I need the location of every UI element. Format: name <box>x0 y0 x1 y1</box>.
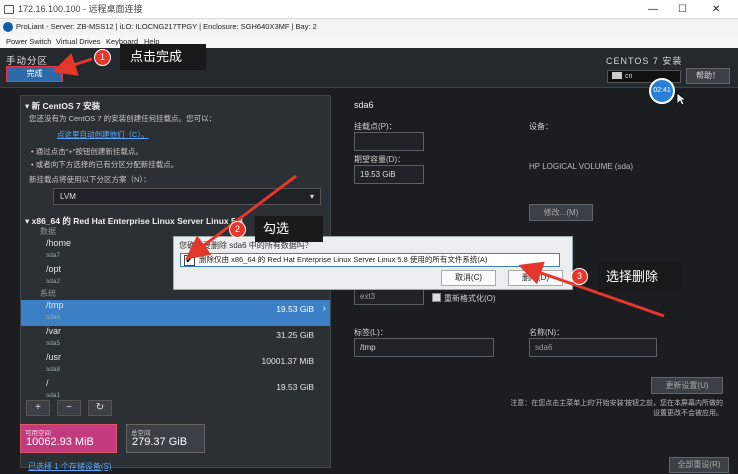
recording-timer: 02:41 <box>649 78 675 104</box>
rd-title: 172.16.100.100 - 远程桌面连接 <box>18 4 143 14</box>
help-button[interactable]: 帮助！ <box>686 68 730 84</box>
bullet-plus: • 通过点击"+"按钮创建新挂载点。 <box>31 147 143 156</box>
close-button[interactable]: ✕ <box>712 0 720 19</box>
checkbox-icon <box>432 293 441 302</box>
page-title: 手动分区 <box>6 56 49 67</box>
mount-row-var[interactable]: /var sda5 31.25 GiB <box>40 326 330 352</box>
mount-point-input[interactable] <box>354 132 424 151</box>
product-title: CENTOS 7 安装 <box>606 56 683 66</box>
step-3-marker: 3 <box>571 268 588 285</box>
mount-row-usr[interactable]: /usr sda8 10001.37 MiB <box>40 352 330 378</box>
done-button[interactable]: 完成 <box>6 66 63 82</box>
scheme-select[interactable]: LVM ▾ <box>53 188 321 205</box>
chevron-right-icon: › <box>322 303 326 314</box>
step-2-callout: 勾选 <box>255 216 323 242</box>
auto-create-link[interactable]: 点这里自动创建他们（C）。 <box>57 129 149 140</box>
rd-title-bar: 172.16.100.100 - 远程桌面连接 — ☐ ✕ <box>0 0 738 19</box>
ilo-info: ProLiant - Server: ZB-MSS12 | iLO: ILOCN… <box>16 22 317 31</box>
total-space-value: 279.37 GiB <box>132 436 188 448</box>
group-system-label: 系统 <box>40 289 56 298</box>
partition-name-heading: sda6 <box>354 100 374 110</box>
refresh-button[interactable]: ↻ <box>88 400 112 416</box>
rhel-group-header[interactable]: ▾ x86_64 的 Red Hat Enterprise Linux Serv… <box>25 215 243 227</box>
group-data-label: 数据 <box>40 227 56 236</box>
modify-button[interactable]: 修改...(M) <box>529 204 593 221</box>
mount-row-root[interactable]: / sda1 19.53 GiB <box>40 378 330 404</box>
available-space-value: 10062.93 MiB <box>26 436 94 448</box>
ilo-menu-bar: Power Switch Virtual Drives Keyboard Hel… <box>0 35 738 48</box>
bullet-assign: • 或者向下方选择的已有分区分配新挂载点。 <box>31 160 179 169</box>
settings-note: 注意：在您点击主菜单上的'开始安装'按钮之前，您在本屏幕内所做的设置更改不会被应… <box>510 400 723 417</box>
update-settings-button[interactable]: 更新设置(U) <box>651 377 723 394</box>
menu-virtual-drives[interactable]: Virtual Drives <box>56 35 100 48</box>
total-space-badge: 总空间 279.37 GiB <box>126 424 205 453</box>
remote-desktop-icon <box>4 5 14 14</box>
menu-power-switch[interactable]: Power Switch <box>6 35 51 48</box>
remove-mount-button[interactable]: − <box>57 400 81 416</box>
keyboard-icon <box>612 72 622 79</box>
installer-header: 手动分区 完成 CENTOS 7 安装 cn 帮助！ <box>0 48 738 88</box>
intro-text: 您还没有为 CentOS 7 的安装创建任何挂载点。您可以： <box>29 114 217 123</box>
step-1-callout: 点击完成 <box>120 44 206 70</box>
tag-input[interactable]: /tmp <box>354 338 494 357</box>
filesystem-select[interactable]: ext3 <box>354 288 424 305</box>
hp-logo-icon <box>3 22 13 32</box>
maximize-button[interactable]: ☐ <box>678 0 687 19</box>
capacity-input[interactable]: 19.53 GiB <box>354 165 424 184</box>
delete-button[interactable]: 删除(D) <box>508 270 563 286</box>
checkmark-icon[interactable]: ✔ <box>184 255 195 266</box>
device-value: HP LOGICAL VOLUME (sda) <box>529 162 634 171</box>
scheme-label: 新挂载点将使用以下分区方案（N）： <box>29 175 151 184</box>
add-mount-button[interactable]: + <box>26 400 50 416</box>
mount-row-tmp[interactable]: /tmp sda6 19.53 GiB › <box>21 300 330 326</box>
step-1-marker: 1 <box>94 49 111 66</box>
reset-all-button[interactable]: 全部重设(R) <box>669 457 729 473</box>
delete-all-checkbox[interactable]: ✔ 删除仅由 x86_64 的 Red Hat Enterprise Linux… <box>180 253 560 267</box>
step-3-callout: 选择删除 <box>598 262 682 292</box>
device-label: 设备： <box>529 122 553 131</box>
minimize-button[interactable]: — <box>648 0 658 19</box>
delete-confirm-dialog: 您确定要删除 sda6 中的所有数据吗？ ✔ 删除仅由 x86_64 的 Red… <box>173 236 573 290</box>
mouse-cursor-icon <box>676 92 688 106</box>
ilo-info-bar: ProLiant - Server: ZB-MSS12 | iLO: ILOCN… <box>0 19 738 35</box>
tag-label: 标签(L)： <box>354 328 388 337</box>
reformat-checkbox[interactable]: 重新格式化(O) <box>432 293 496 304</box>
mount-point-label: 挂载点(P)： <box>354 122 397 131</box>
name-input[interactable]: sda6 <box>529 338 657 357</box>
available-space-badge: 可用空间 10062.93 MiB <box>20 424 117 453</box>
storage-devices-link[interactable]: 已选择 1 个存储设备(S) <box>28 461 112 472</box>
name-label: 名称(N)： <box>529 328 565 337</box>
cancel-button[interactable]: 取消(C) <box>441 270 496 286</box>
step-2-marker: 2 <box>229 221 246 238</box>
new-install-header[interactable]: ▾ 新 CentOS 7 安装 <box>25 100 100 112</box>
capacity-label: 期望容量(D)： <box>354 155 406 164</box>
chevron-down-icon: ▾ <box>309 192 314 201</box>
